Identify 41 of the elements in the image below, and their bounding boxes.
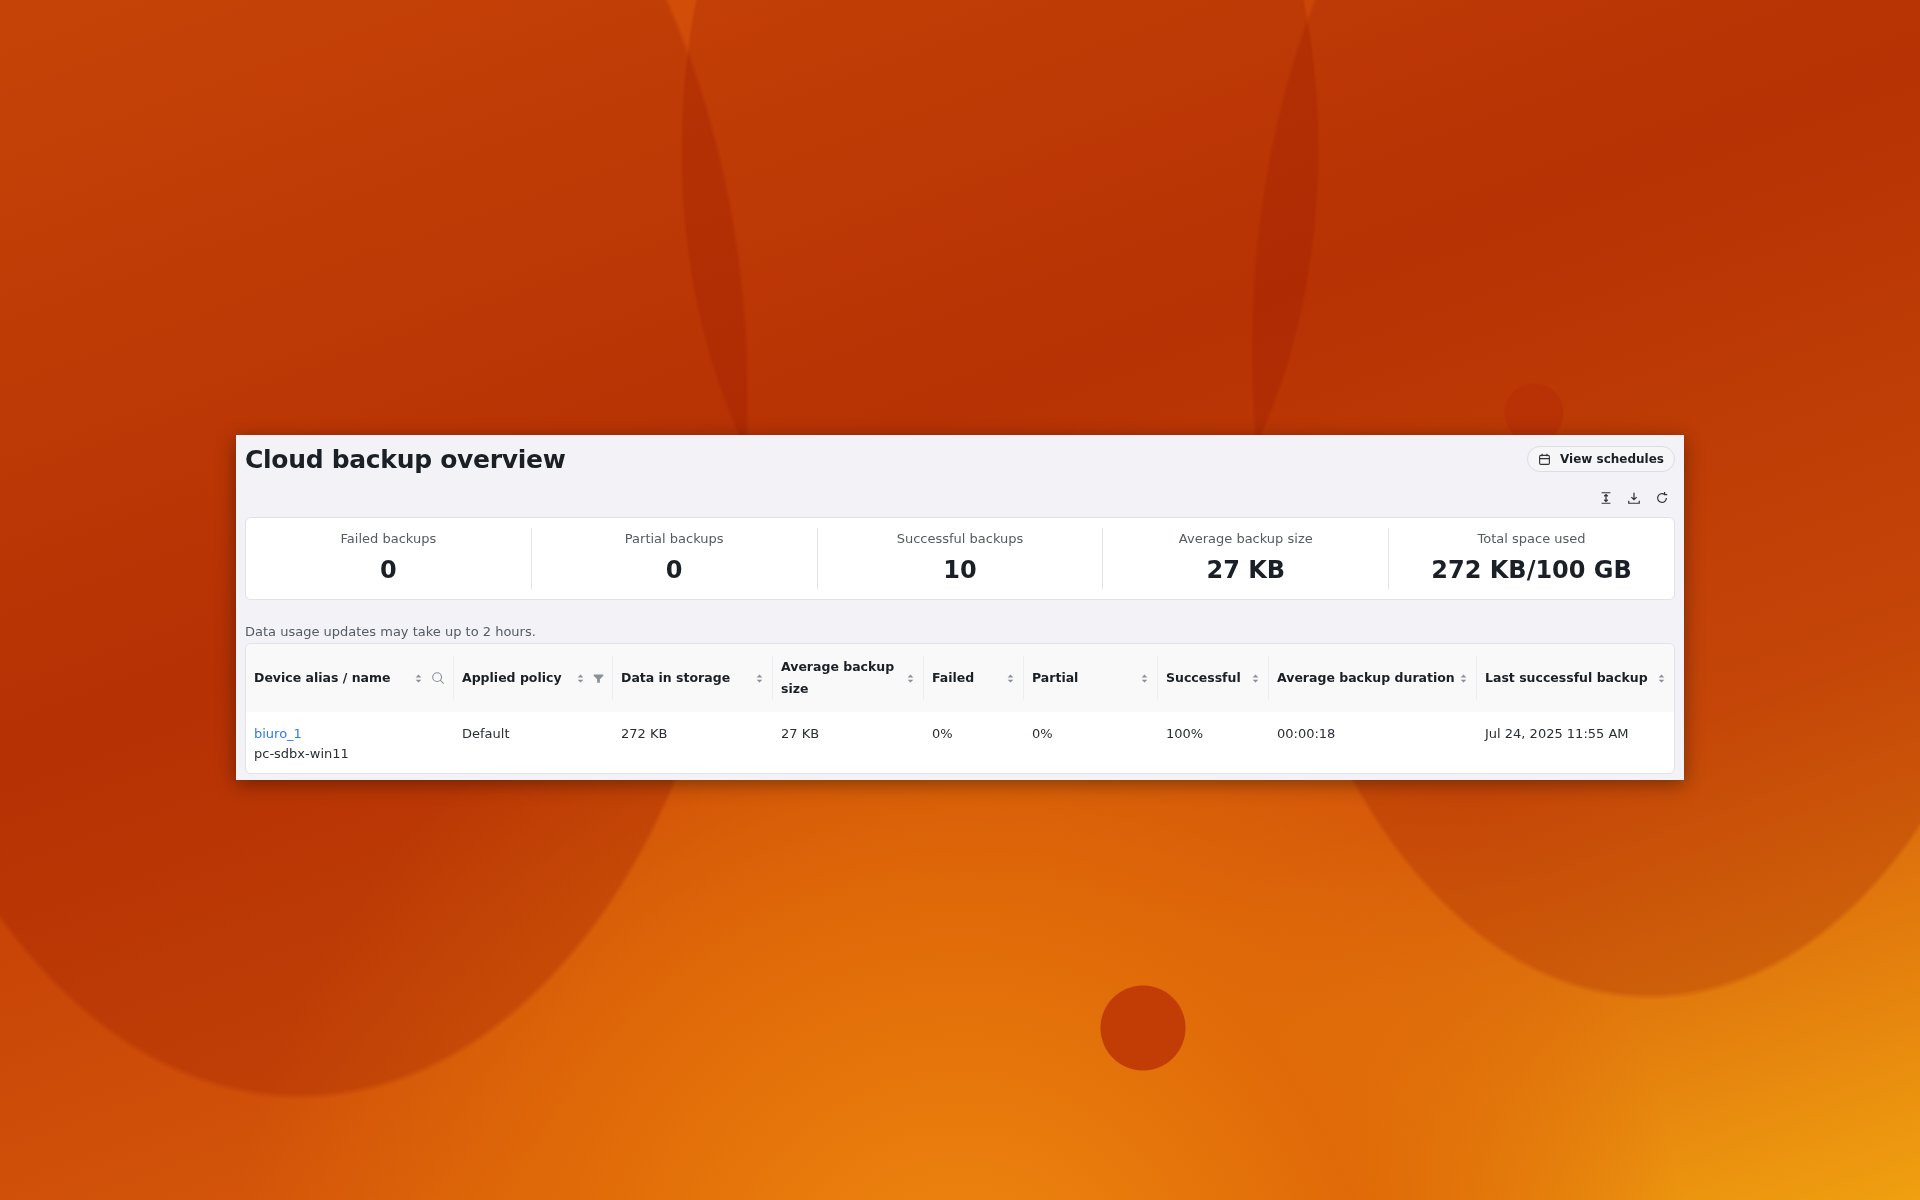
table-cell-text: Default xyxy=(461,725,511,743)
stat-label: Failed backups xyxy=(340,531,437,546)
table-cell-text: 0% xyxy=(931,725,954,743)
table-cell-text: 27 KB xyxy=(780,725,821,743)
device-name: pc-sdbx-win11 xyxy=(254,746,349,761)
column-header[interactable]: Partial xyxy=(1032,667,1079,689)
stat-label: Total space used xyxy=(1477,531,1586,546)
stat-value: 10 xyxy=(943,556,977,584)
column-header[interactable]: Applied policy xyxy=(462,667,562,689)
column-header[interactable]: Last successful backup xyxy=(1485,667,1648,689)
info-note: Data usage updates may take up to 2 hours. xyxy=(245,624,536,639)
stat-label: Average backup size xyxy=(1178,531,1313,546)
calendar-icon xyxy=(1537,452,1551,466)
column-header[interactable]: Failed xyxy=(932,667,975,689)
stat-value: 27 KB xyxy=(1206,556,1286,584)
stat-label: Successful backups xyxy=(896,531,1024,546)
download-icon xyxy=(1627,491,1641,505)
search-button[interactable] xyxy=(431,671,445,685)
search-icon xyxy=(431,671,445,685)
stat-value: 0 xyxy=(380,556,397,584)
filter-button[interactable] xyxy=(593,672,604,684)
stat-value: 272 KB/100 GB xyxy=(1431,556,1632,584)
stat-value: 0 xyxy=(665,556,683,584)
table-cell-text: 00:00:18 xyxy=(1276,725,1337,743)
filter-icon xyxy=(593,672,604,684)
page-title: Cloud backup overview xyxy=(245,444,566,474)
table-cell-text: Jul 24, 2025 11:55 AM xyxy=(1483,725,1630,743)
view-schedules-button[interactable]: View schedules xyxy=(1526,446,1675,472)
device-alias-link[interactable]: biuro_1 xyxy=(254,726,302,741)
column-header[interactable]: Average backup size xyxy=(781,656,906,700)
expand-icon xyxy=(1599,491,1613,505)
table-cell-text: 100% xyxy=(1165,725,1205,743)
column-header[interactable]: Average backup duration xyxy=(1277,667,1455,689)
download-button[interactable] xyxy=(1625,491,1643,505)
column-header[interactable]: Device alias / name xyxy=(254,667,391,689)
table-cell-text: 0% xyxy=(1031,725,1054,743)
table-cell-text: 272 KB xyxy=(620,725,669,743)
column-header[interactable]: Data in storage xyxy=(621,667,731,689)
stat-label: Partial backups xyxy=(624,531,724,546)
column-header[interactable]: Successful xyxy=(1166,667,1241,689)
refresh-icon xyxy=(1655,491,1669,505)
